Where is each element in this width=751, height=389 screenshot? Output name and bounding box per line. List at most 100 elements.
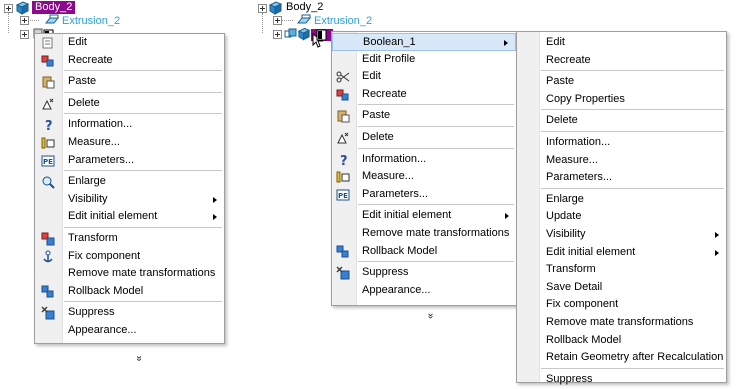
menu-item-remove-mate-transformations[interactable]: Remove mate transformations xyxy=(517,314,726,332)
menu-item-rollback-model[interactable]: Rollback Model xyxy=(517,332,726,350)
menu-item-retain-geometry-after-recalculation[interactable]: Retain Geometry after Recalculation xyxy=(517,349,726,367)
menu-item-information[interactable]: ? Information... xyxy=(35,116,224,134)
menu-item-label: Recreate xyxy=(68,53,113,66)
menu-item-label: Delete xyxy=(362,131,394,143)
menu-item-label: Save Detail xyxy=(546,280,603,293)
menu-item-measure[interactable]: Measure... xyxy=(332,168,516,186)
menu-separator xyxy=(358,204,514,206)
menu-item-label: Delete xyxy=(68,96,100,109)
menu-item-label: Information... xyxy=(546,136,611,148)
tree-body-label[interactable]: Body_2 xyxy=(32,1,76,14)
information-icon: ? xyxy=(336,153,350,169)
menu-item-label: Paste xyxy=(68,75,97,88)
menu-item-fix-component[interactable]: Fix component xyxy=(35,248,224,266)
recreate-icon xyxy=(41,54,55,68)
information-icon: ? xyxy=(41,118,55,134)
more-items-chevron-icon[interactable]: » xyxy=(424,286,436,322)
menu-item-label: Measure... xyxy=(546,153,598,166)
expander-body-right[interactable] xyxy=(258,4,267,13)
scissors-icon xyxy=(336,70,350,84)
body-cube-icon xyxy=(268,1,283,15)
menu-separator xyxy=(64,227,222,228)
paste-icon xyxy=(336,109,350,123)
menu-separator xyxy=(64,91,222,93)
menu-item-label: Edit initial element xyxy=(546,245,636,258)
tree-body-label[interactable]: Body_2 xyxy=(284,1,325,14)
menu-item-appearance[interactable]: Appearance... xyxy=(35,322,224,340)
menu-item-parameters[interactable]: PE Parameters... xyxy=(332,186,516,204)
menu-item-rollback-model[interactable]: Rollback Model xyxy=(332,243,516,261)
submenu-arrow-icon xyxy=(715,232,719,238)
menu-item-parameters[interactable]: Parameters... xyxy=(517,169,726,187)
menu-item-boolean-1[interactable]: Boolean_1 xyxy=(332,33,516,51)
menu-item-information[interactable]: Information... xyxy=(517,134,726,152)
menu-item-label: Recreate xyxy=(546,53,591,66)
menu-item-edit[interactable]: Edit xyxy=(517,34,726,52)
expander-extrusion-left[interactable] xyxy=(20,16,29,25)
menu-item-delete[interactable]: Delete xyxy=(35,95,224,113)
menu-item-save-detail[interactable]: Save Detail xyxy=(517,279,726,297)
menu-item-parameters[interactable]: PE Parameters... xyxy=(35,152,224,170)
expander-body-left[interactable] xyxy=(4,4,13,13)
menu-item-edit-initial-element[interactable]: Edit initial element xyxy=(517,244,726,262)
menu-item-update[interactable]: Update xyxy=(517,208,726,226)
menu-separator xyxy=(541,109,724,111)
menu-separator xyxy=(64,301,222,303)
expander-extrusion-right[interactable] xyxy=(273,16,282,25)
menu-item-visibility[interactable]: Visibility xyxy=(517,226,726,244)
svg-text:PE: PE xyxy=(338,192,348,200)
menu-item-remove-mate-transformations[interactable]: Remove mate transformations xyxy=(332,225,516,243)
menu-item-label: Visibility xyxy=(68,192,108,205)
submenu-arrow-icon xyxy=(715,249,719,256)
menu-item-visibility[interactable]: Visibility xyxy=(35,191,224,209)
menu-item-delete[interactable]: Delete xyxy=(517,112,726,130)
menu-item-label: Edit xyxy=(68,36,87,48)
menu-item-edit-initial-element[interactable]: Edit initial element xyxy=(35,208,224,226)
menu-item-paste[interactable]: Paste xyxy=(517,73,726,91)
menu-item-measure[interactable]: Measure... xyxy=(35,134,224,152)
menu-item-transform[interactable]: Transform xyxy=(517,261,726,279)
menu-item-label: Appearance... xyxy=(68,324,137,336)
menu-item-paste[interactable]: Paste xyxy=(35,73,224,91)
menu-item-edit-profile[interactable]: Edit Profile xyxy=(332,51,516,69)
menu-item-recreate[interactable]: Recreate xyxy=(332,86,516,104)
menu-separator xyxy=(541,187,724,189)
tree-extrusion-label[interactable]: Extrusion_2 xyxy=(62,15,120,28)
menu-separator xyxy=(64,113,222,115)
menu-item-enlarge[interactable]: Enlarge xyxy=(517,191,726,209)
menu-item-enlarge[interactable]: Enlarge xyxy=(35,173,224,191)
menu-item-edit[interactable]: Edit xyxy=(332,68,516,86)
tree-extrusion-label[interactable]: Extrusion_2 xyxy=(314,15,372,28)
menu-item-label: Remove mate transformations xyxy=(362,227,510,239)
menu-item-information[interactable]: ? Information... xyxy=(332,151,516,169)
menu-item-rollback-model[interactable]: Rollback Model xyxy=(35,283,224,301)
menu-item-edit-initial-element[interactable]: Edit initial element xyxy=(332,207,516,225)
menu-item-label: Paste xyxy=(546,75,575,88)
menu-item-edit[interactable]: Edit xyxy=(35,34,224,52)
menu-item-fix-component[interactable]: Fix component xyxy=(517,296,726,314)
menu-item-suppress[interactable]: Suppress xyxy=(332,264,516,282)
parameters-icon: PE xyxy=(336,188,350,202)
cursor-hand-icon xyxy=(312,29,327,48)
menu-item-recreate[interactable]: Recreate xyxy=(35,52,224,70)
menu-item-label: Measure... xyxy=(362,170,414,183)
menu-item-label: Fix component xyxy=(546,298,619,311)
expander-item3-right[interactable] xyxy=(273,30,282,39)
menu-item-transform[interactable]: Transform xyxy=(35,230,224,248)
more-items-chevron-icon[interactable]: » xyxy=(133,325,145,364)
menu-item-label: Delete xyxy=(546,114,578,127)
menu-item-copy-properties[interactable]: Copy Properties xyxy=(517,91,726,109)
menu-item-suppress[interactable]: Suppress xyxy=(35,304,224,322)
expander-item3-left[interactable] xyxy=(20,30,29,39)
right-context-menu: Boolean_1 Edit Profile Edit Recreate Paste De… xyxy=(331,31,517,319)
menu-item-paste[interactable]: Paste xyxy=(332,107,516,125)
menu-item-recreate[interactable]: Recreate xyxy=(517,52,726,70)
transform-icon xyxy=(41,232,55,246)
menu-item-measure[interactable]: Measure... xyxy=(517,152,726,170)
suppress-icon xyxy=(336,266,350,280)
menu-item-remove-mate-transformations[interactable]: Remove mate transformations xyxy=(35,265,224,283)
submenu-arrow-icon xyxy=(505,213,509,220)
svg-text:?: ? xyxy=(45,119,53,132)
menu-item-suppress[interactable]: Suppress xyxy=(517,371,726,389)
menu-item-delete[interactable]: Delete xyxy=(332,129,516,147)
